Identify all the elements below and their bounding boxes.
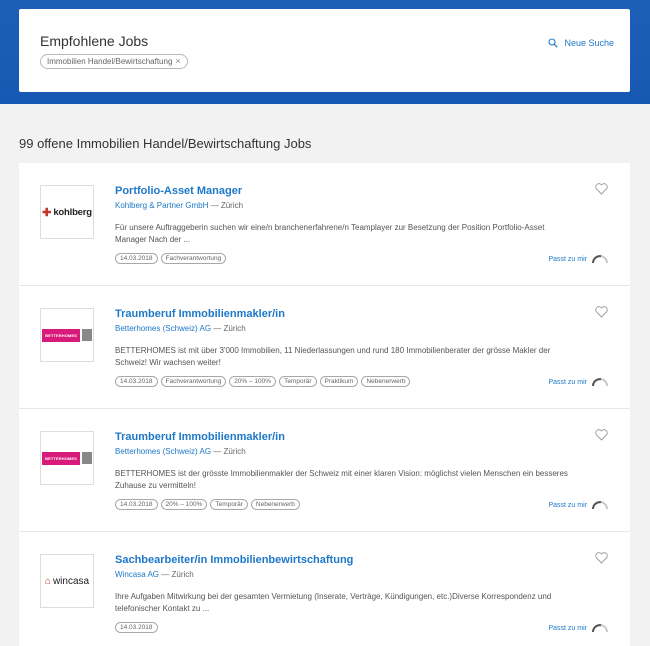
company-logo[interactable]: ✚ kohlberg	[40, 185, 94, 239]
location: Zürich	[223, 324, 246, 333]
gauge-icon	[592, 501, 608, 510]
date-tag: 14.03.2018	[115, 376, 158, 387]
heart-icon[interactable]	[595, 183, 608, 195]
location: Zürich	[171, 570, 194, 579]
gauge-icon	[592, 624, 608, 633]
company-logo[interactable]: BETTERHOMES	[40, 308, 94, 362]
company-location: Kohlberg & Partner GmbH — Zürich	[115, 201, 243, 210]
recommended-jobs-card: Empfohlene Jobs Immobilien Handel/Bewirt…	[19, 9, 630, 92]
job-title-link[interactable]: Traumberuf Immobilienmakler/in	[115, 431, 285, 443]
date-tag: 14.03.2018	[115, 622, 158, 633]
job-title-link[interactable]: Sachbearbeiter/in Immobilienbewirtschaft…	[115, 554, 353, 566]
heart-icon[interactable]	[595, 306, 608, 318]
job-card[interactable]: BETTERHOMES Traumberuf Immobilienmakler/…	[19, 409, 630, 532]
company-link[interactable]: Betterhomes (Schweiz) AG	[115, 447, 211, 456]
job-card[interactable]: ✚ kohlberg Portfolio-Asset Manager Kohlbe…	[19, 163, 630, 286]
company-logo[interactable]: BETTERHOMES	[40, 431, 94, 485]
gauge-icon	[592, 255, 608, 264]
company-link[interactable]: Wincasa AG	[115, 570, 159, 579]
job-tags: 14.03.2018 Fachverantwortung	[115, 253, 227, 264]
new-search-button[interactable]: Neue Suche	[548, 38, 614, 48]
job-description: Ihre Aufgaben Mitwirkung bei der gesamte…	[115, 592, 552, 613]
job-list: ✚ kohlberg Portfolio-Asset Manager Kohlbe…	[19, 163, 630, 646]
company-logo[interactable]: ⌂ wincasa	[40, 554, 94, 608]
job-title-link[interactable]: Traumberuf Immobilienmakler/in	[115, 308, 285, 320]
job-description: BETTERHOMES ist mit über 3'000 Immobilie…	[115, 346, 551, 367]
betterhomes-logo: BETTERHOMES	[42, 328, 92, 342]
company-link[interactable]: Betterhomes (Schweiz) AG	[115, 324, 211, 333]
job-tag: Praktikum	[319, 376, 359, 387]
kohlberg-logo: ✚ kohlberg	[42, 206, 92, 219]
separator: —	[210, 201, 219, 210]
job-tag: 20% – 100%	[229, 376, 277, 387]
job-description: BETTERHOMES ist der grösste Immobilienma…	[115, 469, 568, 490]
search-icon	[548, 38, 559, 48]
job-title-link[interactable]: Portfolio-Asset Manager	[115, 185, 242, 197]
separator: —	[161, 570, 170, 579]
match-label: Passt zu mir	[548, 256, 587, 263]
job-tag: Nebenerwerb	[361, 376, 411, 387]
job-tag: Nebenerwerb	[250, 499, 300, 510]
job-description: Für unsere Auftraggeberin suchen wir ein…	[115, 223, 545, 244]
match-button[interactable]: Passt zu mir	[548, 255, 608, 264]
gauge-icon	[592, 378, 608, 387]
company-location: Wincasa AG — Zürich	[115, 570, 194, 579]
job-tag: Fachverantwortung	[160, 376, 227, 387]
match-label: Passt zu mir	[548, 625, 587, 632]
match-button[interactable]: Passt zu mir	[548, 501, 608, 510]
betterhomes-logo: BETTERHOMES	[42, 451, 92, 465]
match-label: Passt zu mir	[548, 502, 587, 509]
close-icon[interactable]: ×	[175, 55, 180, 68]
result-count-heading: 99 offene Immobilien Handel/Bewirtschaft…	[19, 136, 312, 151]
filter-chip[interactable]: Immobilien Handel/Bewirtschaftung ×	[40, 54, 188, 69]
match-label: Passt zu mir	[548, 379, 587, 386]
job-tag: Temporär	[279, 376, 317, 387]
job-tags: 14.03.2018 Fachverantwortung 20% – 100% …	[115, 376, 411, 387]
heart-icon[interactable]	[595, 552, 608, 564]
company-location: Betterhomes (Schweiz) AG — Zürich	[115, 447, 246, 456]
date-tag: 14.03.2018	[115, 499, 158, 510]
job-card[interactable]: ⌂ wincasa Sachbearbeiter/in Immobilienbew…	[19, 532, 630, 646]
new-search-label: Neue Suche	[564, 38, 614, 48]
job-tag: Fachverantwortung	[160, 253, 227, 264]
separator: —	[213, 324, 222, 333]
match-button[interactable]: Passt zu mir	[548, 378, 608, 387]
filter-chip-label: Immobilien Handel/Bewirtschaftung	[47, 57, 173, 66]
job-tags: 14.03.2018	[115, 622, 158, 633]
company-link[interactable]: Kohlberg & Partner GmbH	[115, 201, 208, 210]
company-location: Betterhomes (Schweiz) AG — Zürich	[115, 324, 246, 333]
location: Zürich	[223, 447, 246, 456]
separator: —	[213, 447, 222, 456]
job-tags: 14.03.2018 20% – 100% Temporär Nebenerwe…	[115, 499, 300, 510]
location: Zürich	[220, 201, 244, 210]
job-tag: 20% – 100%	[160, 499, 208, 510]
job-card[interactable]: BETTERHOMES Traumberuf Immobilienmakler/…	[19, 286, 630, 409]
match-button[interactable]: Passt zu mir	[548, 624, 608, 633]
job-tag: Temporär	[210, 499, 248, 510]
wincasa-logo: ⌂ wincasa	[44, 575, 90, 587]
recommended-jobs-title: Empfohlene Jobs	[40, 33, 149, 49]
date-tag: 14.03.2018	[115, 253, 158, 264]
heart-icon[interactable]	[595, 429, 608, 441]
